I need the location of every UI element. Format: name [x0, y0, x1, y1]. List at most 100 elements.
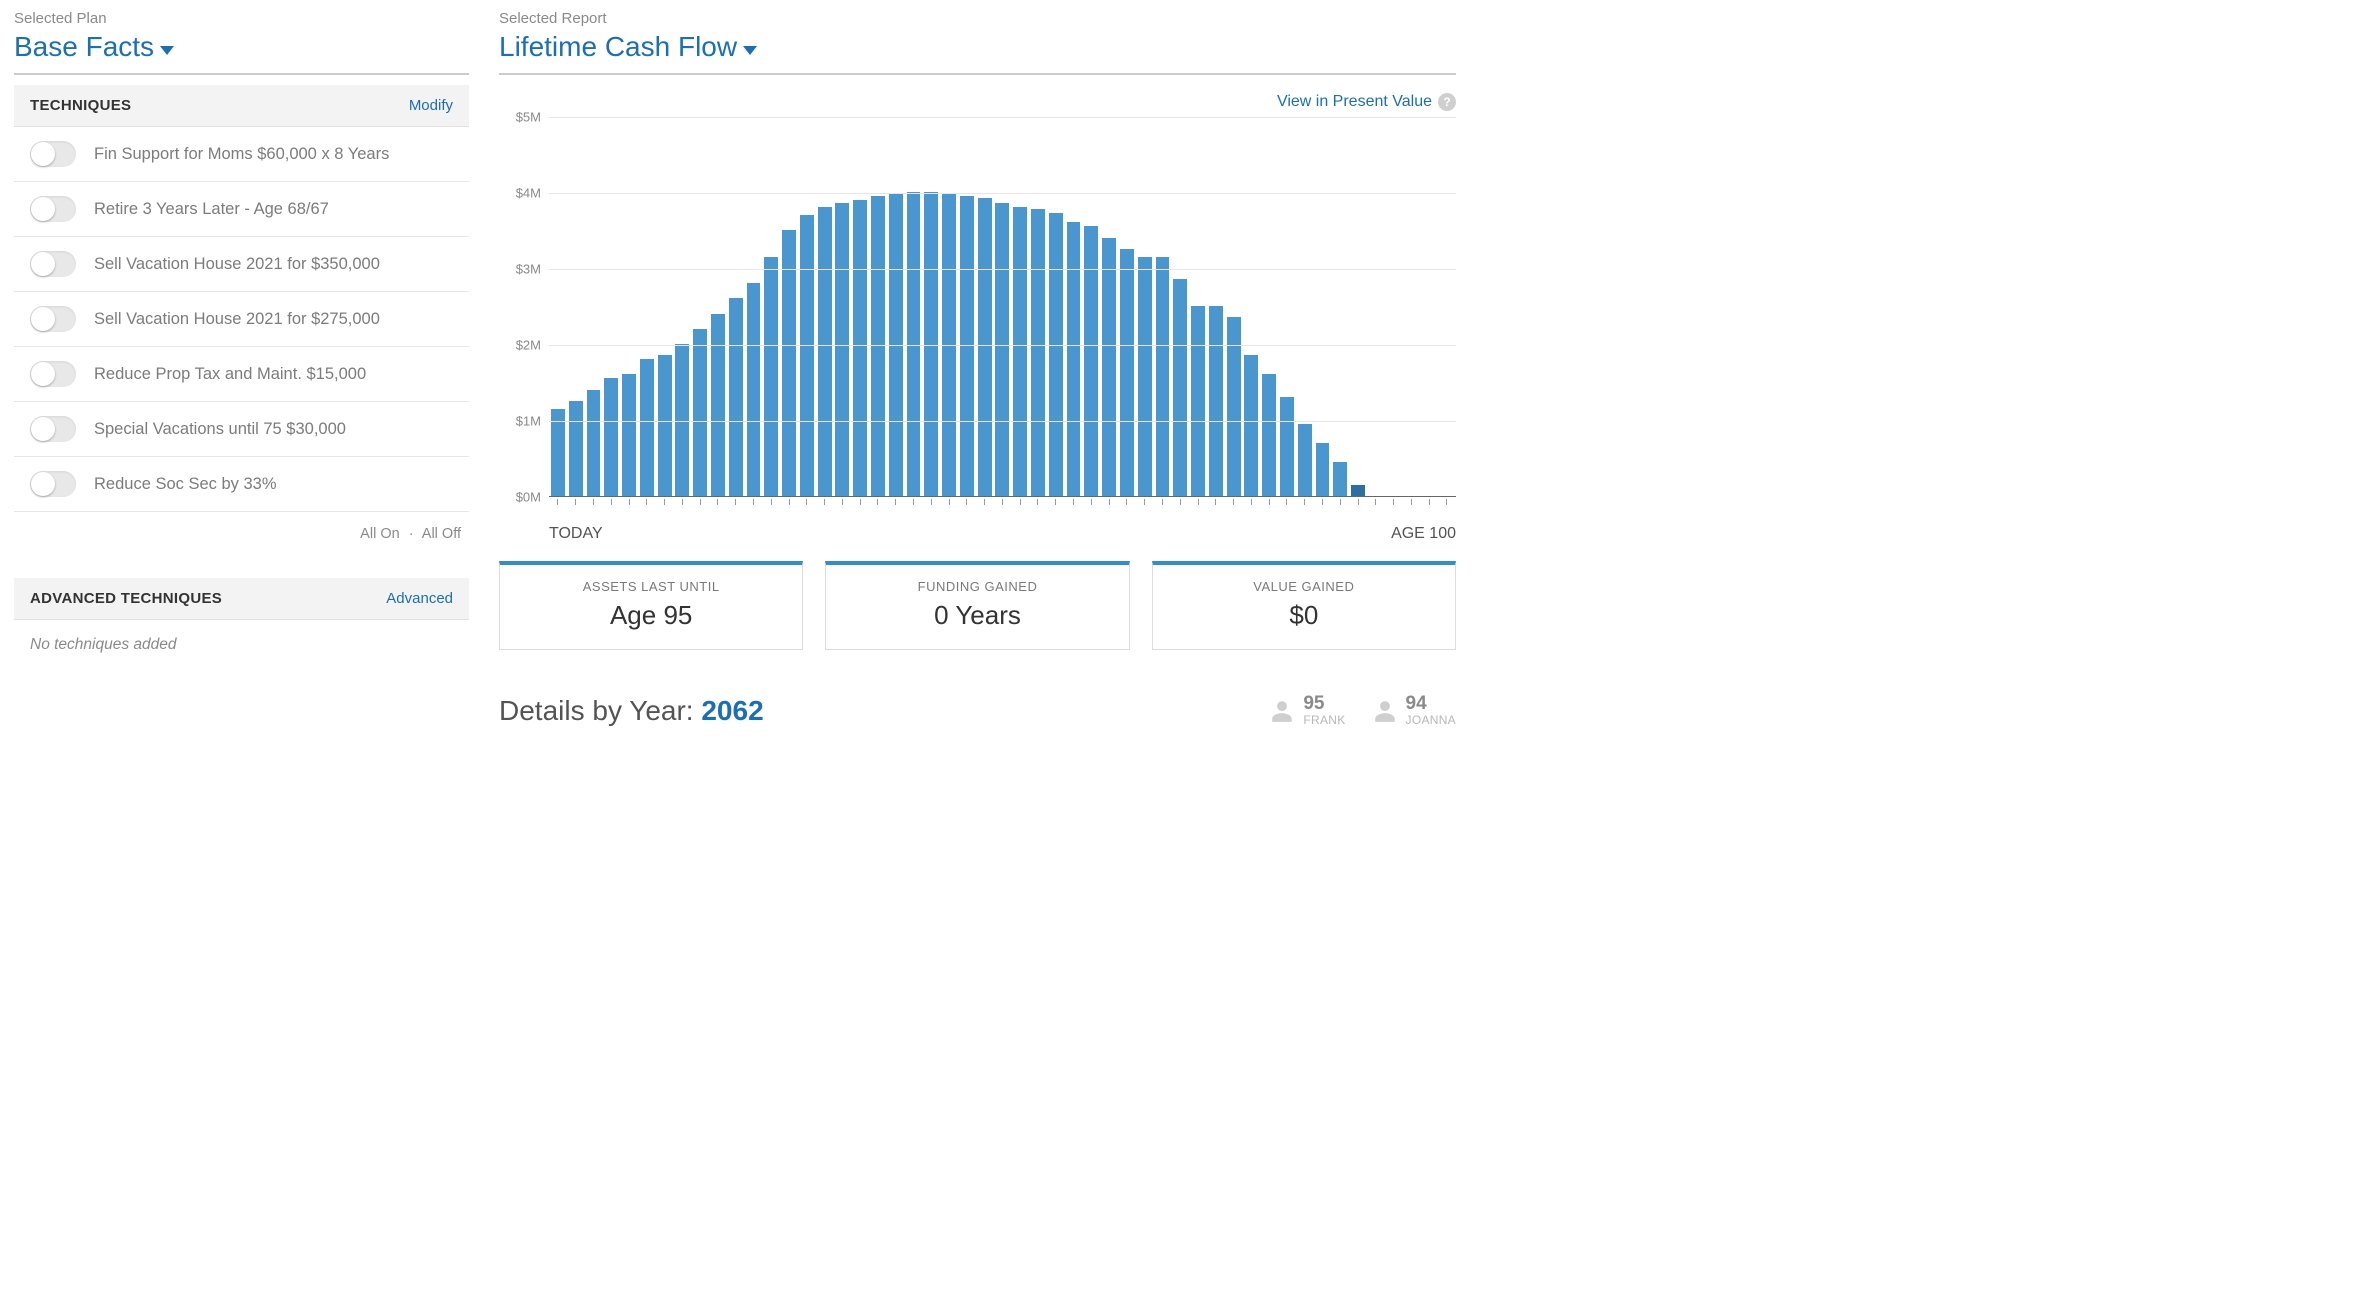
chart-bar-slot[interactable] [869, 117, 887, 496]
technique-toggle[interactable] [30, 361, 76, 387]
chart-bar-slot[interactable] [1118, 117, 1136, 496]
chart-bar-slot[interactable] [762, 117, 780, 496]
chart-bar[interactable] [1031, 209, 1045, 496]
chart-bar[interactable] [1244, 355, 1258, 496]
chart-bar[interactable] [800, 215, 814, 496]
chart-bar[interactable] [1102, 238, 1116, 496]
technique-toggle[interactable] [30, 196, 76, 222]
all-off-link[interactable]: All Off [422, 526, 461, 542]
technique-toggle[interactable] [30, 141, 76, 167]
chart-bar-slot[interactable] [1189, 117, 1207, 496]
chart-bar-slot[interactable] [1385, 117, 1403, 496]
chart-bar-slot[interactable] [994, 117, 1012, 496]
chart-bar-slot[interactable] [1082, 117, 1100, 496]
chart-bar-slot[interactable] [1047, 117, 1065, 496]
chart-bar[interactable] [995, 203, 1009, 496]
chart-bar[interactable] [1138, 257, 1152, 496]
chart-bar-slot[interactable] [1331, 117, 1349, 496]
report-selector[interactable]: Lifetime Cash Flow [499, 31, 1456, 75]
chart-bar-slot[interactable] [1403, 117, 1421, 496]
modify-link[interactable]: Modify [409, 97, 453, 114]
chart-bar-slot[interactable] [922, 117, 940, 496]
chart-bar[interactable] [1084, 226, 1098, 496]
chart-bar[interactable] [907, 192, 921, 496]
chart-bar[interactable] [1209, 306, 1223, 496]
chart-bar-slot[interactable] [834, 117, 852, 496]
all-on-link[interactable]: All On [360, 526, 400, 542]
chart-bar-slot[interactable] [1367, 117, 1385, 496]
chart-bar-slot[interactable] [1171, 117, 1189, 496]
chart-bar-slot[interactable] [887, 117, 905, 496]
chart-bar[interactable] [640, 359, 654, 496]
chart-bar[interactable] [818, 207, 832, 496]
chart-bar[interactable] [675, 344, 689, 496]
technique-toggle[interactable] [30, 416, 76, 442]
chart-bar[interactable] [853, 200, 867, 496]
chart-bar-slot[interactable] [709, 117, 727, 496]
chart-bar-slot[interactable] [1029, 117, 1047, 496]
chart-bar-slot[interactable] [567, 117, 585, 496]
chart-bar[interactable] [1351, 485, 1365, 496]
chart-bar-slot[interactable] [1260, 117, 1278, 496]
chart-bar-slot[interactable] [1242, 117, 1260, 496]
chart-bar[interactable] [622, 374, 636, 496]
chart-bar[interactable] [1280, 397, 1294, 496]
chart-bar[interactable] [764, 257, 778, 496]
chart-bar-slot[interactable] [1278, 117, 1296, 496]
chart-bar[interactable] [569, 401, 583, 496]
chart-bar-slot[interactable] [905, 117, 923, 496]
chart-bar-slot[interactable] [1225, 117, 1243, 496]
chart-bar-slot[interactable] [1011, 117, 1029, 496]
chart-bar[interactable] [1120, 249, 1134, 496]
chart-bar-slot[interactable] [745, 117, 763, 496]
view-present-value-link[interactable]: View in Present Value [1277, 93, 1432, 111]
chart-bar-slot[interactable] [673, 117, 691, 496]
chart-bar-slot[interactable] [620, 117, 638, 496]
chart-bar[interactable] [1173, 279, 1187, 496]
chart-bar-slot[interactable] [851, 117, 869, 496]
chart-bar-slot[interactable] [798, 117, 816, 496]
chart-bar[interactable] [587, 390, 601, 496]
chart-bar-slot[interactable] [656, 117, 674, 496]
chart-bar[interactable] [693, 329, 707, 496]
help-icon[interactable]: ? [1438, 93, 1456, 111]
technique-toggle[interactable] [30, 251, 76, 277]
chart-bar-slot[interactable] [1420, 117, 1438, 496]
plan-selector[interactable]: Base Facts [14, 31, 469, 75]
chart-bar[interactable] [658, 355, 672, 496]
chart-bar-slot[interactable] [691, 117, 709, 496]
chart-bar-slot[interactable] [1296, 117, 1314, 496]
chart-bar[interactable] [924, 192, 938, 496]
chart-bar[interactable] [1316, 443, 1330, 496]
chart-bar[interactable] [1013, 207, 1027, 496]
technique-toggle[interactable] [30, 306, 76, 332]
chart-bar-slot[interactable] [1136, 117, 1154, 496]
chart-bar-slot[interactable] [638, 117, 656, 496]
chart-bar[interactable] [835, 203, 849, 496]
advanced-link[interactable]: Advanced [386, 590, 453, 607]
chart-bar-slot[interactable] [1314, 117, 1332, 496]
chart-bar[interactable] [1298, 424, 1312, 496]
chart-bar-slot[interactable] [602, 117, 620, 496]
chart-bar-slot[interactable] [1438, 117, 1456, 496]
chart-bar[interactable] [1191, 306, 1205, 496]
chart-bar-slot[interactable] [549, 117, 567, 496]
chart-bar-slot[interactable] [958, 117, 976, 496]
chart-bar-slot[interactable] [1065, 117, 1083, 496]
chart-bar-slot[interactable] [727, 117, 745, 496]
chart-bar[interactable] [604, 378, 618, 496]
chart-bar[interactable] [1067, 222, 1081, 496]
chart-bar[interactable] [711, 314, 725, 496]
chart-bar[interactable] [1156, 257, 1170, 496]
chart-bar-slot[interactable] [816, 117, 834, 496]
chart-bar-slot[interactable] [1100, 117, 1118, 496]
chart-bar-slot[interactable] [1207, 117, 1225, 496]
technique-toggle[interactable] [30, 471, 76, 497]
details-year[interactable]: 2062 [701, 695, 763, 726]
chart-bar[interactable] [978, 198, 992, 496]
chart-bar-slot[interactable] [976, 117, 994, 496]
chart-bar[interactable] [1262, 374, 1276, 496]
chart-bar-slot[interactable] [585, 117, 603, 496]
chart-bar[interactable] [1333, 462, 1347, 496]
chart-bar-slot[interactable] [1154, 117, 1172, 496]
